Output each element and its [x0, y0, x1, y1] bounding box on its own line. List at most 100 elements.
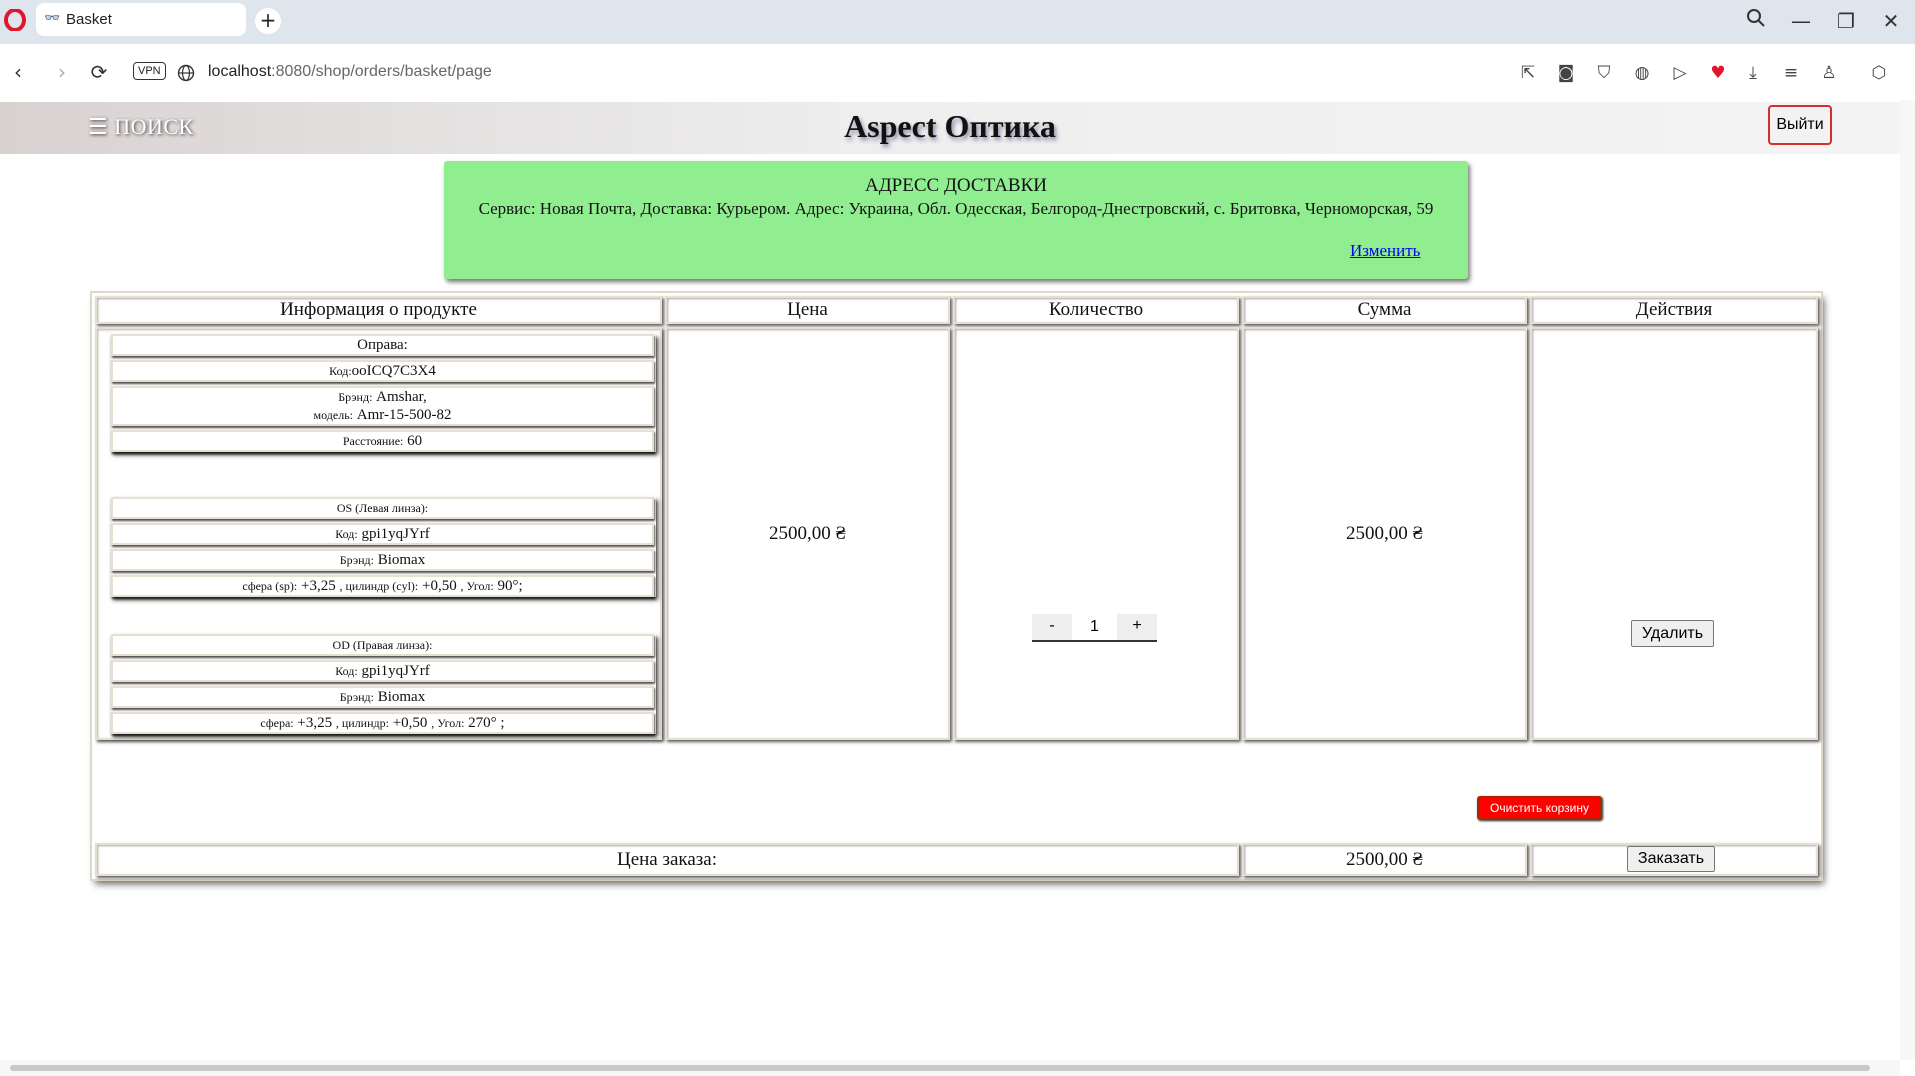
right-lens-code: Код: gpi1yqJYrf	[111, 660, 654, 682]
address-bar: ‹ › ⟳ VPN localhost:8080/shop/orders/bas…	[0, 44, 1915, 126]
clear-basket-button[interactable]: Очистить корзину	[1477, 796, 1602, 820]
frame-code-label: Код:	[329, 364, 352, 378]
left-lens-angle: 90°;	[497, 578, 523, 594]
header-product-info: Информация о продукте	[95, 296, 662, 324]
frame-code-value: ooICQ7C3X4	[351, 363, 436, 379]
right-lens-angle: 270° ;	[468, 715, 505, 731]
place-order-button[interactable]: Заказать	[1627, 846, 1715, 872]
share-icon[interactable]: ⇱	[1515, 60, 1541, 86]
account-icon[interactable]: ♙	[1816, 60, 1842, 86]
quantity-decrease-button[interactable]: -	[1032, 614, 1072, 642]
right-lens-title: OD (Правая линза):	[111, 634, 654, 656]
send-icon[interactable]: ▷	[1667, 60, 1693, 86]
vertical-scrollbar[interactable]	[1900, 100, 1915, 1060]
back-icon[interactable]: ‹	[3, 58, 33, 88]
shield-icon[interactable]: ⛉	[1591, 60, 1617, 86]
frame-distance: Расстояние: 60	[111, 430, 654, 452]
right-lens-cyl-label: , цилиндр:	[335, 716, 389, 730]
left-lens-brand-label: Брэнд:	[339, 553, 374, 567]
tab-title: Basket	[66, 11, 112, 28]
opera-logo-icon[interactable]	[4, 9, 26, 31]
delivery-address-panel: АДРЕСС ДОСТАВКИ Сервис: Новая Почта, Дос…	[444, 161, 1468, 279]
frame-model-label: модель:	[313, 408, 354, 422]
item-price: 2500,00 ₴	[768, 522, 847, 544]
quantity-value[interactable]: 1	[1072, 614, 1117, 642]
frame-distance-label: Расстояние:	[342, 434, 404, 448]
left-lens-title: OS (Левая линза):	[111, 497, 654, 519]
frame-code: Код:ooICQ7C3X4	[111, 360, 654, 382]
heart-icon[interactable]: ♥	[1705, 60, 1731, 86]
site-header: ☰ ПОИСК Aspect Оптика Выйти	[0, 102, 1900, 154]
item-sum: 2500,00 ₴	[1345, 522, 1424, 544]
frame-block: Оправа: Код:ooICQ7C3X4 Брэнд: Amshar, мод…	[111, 334, 656, 452]
basket-table: Информация о продукте Цена Количество Су…	[92, 293, 1821, 879]
right-lens-title-text: OD (Правая линза):	[332, 638, 433, 652]
right-lens-params: сфера: +3,25 , цилиндр: +0,50 , Угол: 27…	[111, 712, 654, 734]
left-lens-code-label: Код:	[335, 527, 358, 541]
url-path: :8080/shop/orders/basket/page	[271, 63, 492, 80]
delete-button[interactable]: Удалить	[1631, 620, 1714, 647]
glasses-favicon-icon: 👓	[44, 11, 61, 26]
translate-icon[interactable]: ◍	[1629, 60, 1655, 86]
left-lens-brand-value: Biomax	[377, 552, 426, 568]
frame-distance-value: 60	[407, 433, 423, 449]
frame-brand-value: Amshar,	[376, 389, 427, 405]
horizontal-scrollbar[interactable]	[0, 1060, 1900, 1076]
actions-cell	[1530, 327, 1818, 740]
minimize-icon[interactable]: —	[1781, 6, 1821, 38]
quantity-cell	[953, 327, 1239, 740]
restore-icon[interactable]: ❐	[1826, 6, 1866, 38]
browser-tab-basket[interactable]: 👓 Basket	[36, 3, 246, 36]
order-total-label: Цена заказа:	[95, 843, 1239, 876]
right-lens-brand: Брэнд: Biomax	[111, 686, 654, 708]
close-window-icon[interactable]: ✕	[1871, 6, 1911, 38]
download-icon[interactable]: ⤓	[1740, 60, 1766, 86]
change-address-link[interactable]: Изменить	[1350, 241, 1420, 261]
left-lens-code-value: gpi1yqJYrf	[361, 526, 430, 542]
frame-brand-label: Брэнд:	[338, 390, 373, 404]
globe-icon	[177, 64, 195, 82]
easy-setup-icon[interactable]: ≡	[1778, 60, 1804, 86]
new-tab-icon[interactable]: +	[255, 8, 281, 34]
header-actions: Действия	[1530, 296, 1818, 324]
left-lens-code: Код: gpi1yqJYrf	[111, 523, 654, 545]
logout-button[interactable]: Выйти	[1768, 105, 1832, 145]
product-info-cell: Оправа: Код:ooICQ7C3X4 Брэнд: Amshar, мод…	[95, 327, 662, 740]
url-field[interactable]: localhost:8080/shop/orders/basket/page	[208, 63, 492, 81]
left-lens-cyl: +0,50	[422, 578, 457, 594]
browser-tab-bar: 👓 Basket + — ❐ ✕	[0, 0, 1915, 44]
right-lens-code-value: gpi1yqJYrf	[361, 663, 430, 679]
header-sum: Сумма	[1242, 296, 1527, 324]
left-lens-params: сфера (sp): +3,25 , цилиндр (cyl): +0,50…	[111, 575, 654, 597]
left-lens-angle-label: , Угол:	[460, 579, 494, 593]
web-page: ☰ ПОИСК Aspect Оптика Выйти АДРЕСС ДОСТА…	[0, 100, 1900, 1060]
left-lens-block: OS (Левая линза): Код: gpi1yqJYrf Брэнд:…	[111, 497, 656, 597]
frame-model-value: Amr-15-500-82	[356, 407, 452, 423]
right-lens-brand-label: Брэнд:	[339, 690, 374, 704]
right-lens-code-label: Код:	[335, 664, 358, 678]
price-cell: 2500,00 ₴	[665, 327, 950, 740]
left-lens-brand: Брэнд: Biomax	[111, 549, 654, 571]
quantity-stepper: - 1 +	[1032, 614, 1157, 642]
left-lens-title-text: OS (Левая линза):	[336, 501, 429, 515]
horizontal-scroll-thumb[interactable]	[10, 1065, 1870, 1071]
extensions-cube-icon[interactable]: ⬡	[1866, 60, 1892, 86]
quantity-increase-button[interactable]: +	[1117, 614, 1157, 642]
right-lens-block: OD (Правая линза): Код: gpi1yqJYrf Брэнд…	[111, 634, 656, 734]
forward-icon[interactable]: ›	[47, 58, 77, 88]
right-lens-angle-label: , Угол:	[431, 716, 465, 730]
vpn-badge[interactable]: VPN	[133, 62, 166, 80]
search-tabs-icon[interactable]	[1736, 6, 1776, 38]
site-brand: Aspect Оптика	[844, 108, 1056, 144]
delivery-text: Сервис: Новая Почта, Доставка: Курьером.…	[478, 199, 1434, 218]
url-host: localhost	[208, 63, 272, 80]
right-lens-cyl: +0,50	[392, 715, 428, 731]
right-lens-sph-label: сфера:	[260, 716, 294, 730]
left-lens-cyl-label: , цилиндр (cyl):	[339, 579, 419, 593]
frame-title: Оправа:	[111, 334, 654, 356]
reload-icon[interactable]: ⟳	[84, 58, 114, 88]
camera-icon[interactable]: ◙	[1553, 60, 1579, 86]
right-lens-brand-value: Biomax	[377, 689, 426, 705]
delivery-heading: АДРЕСС ДОСТАВКИ	[865, 175, 1047, 196]
frame-brand-model: Брэнд: Amshar, модель: Amr-15-500-82	[111, 386, 654, 426]
